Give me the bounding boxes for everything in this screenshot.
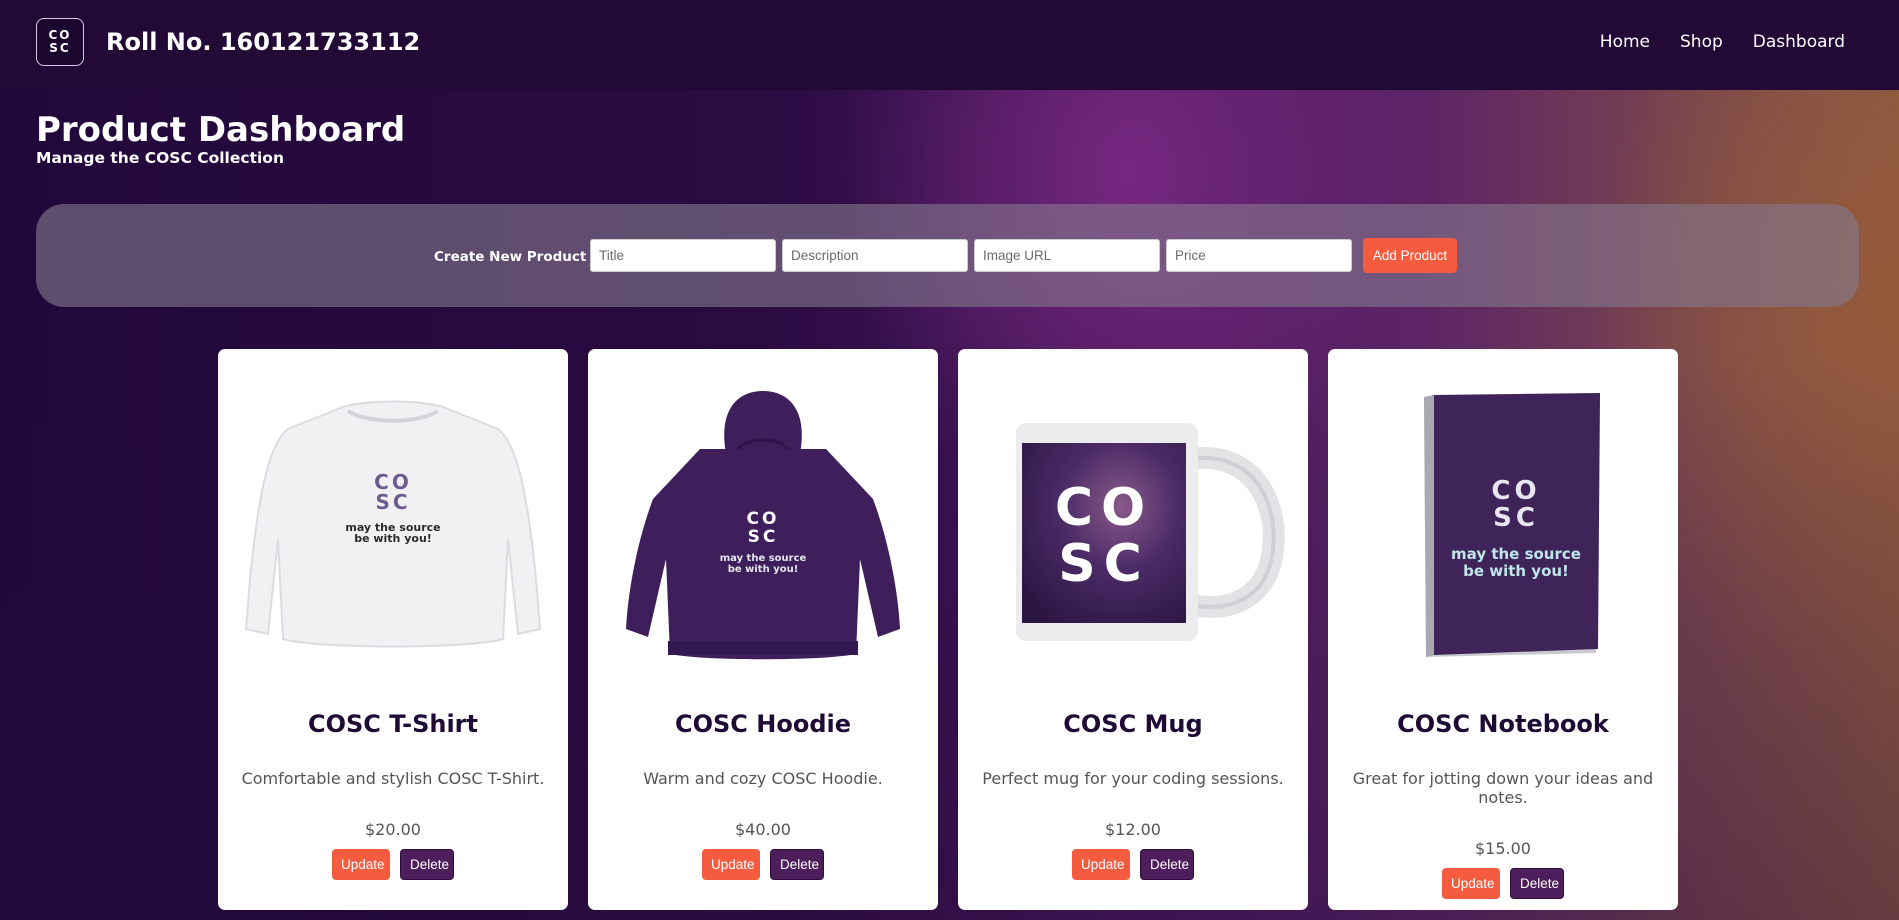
delete-button[interactable]: Delete: [1140, 849, 1194, 880]
art-brand-line2: SC: [1058, 534, 1150, 594]
update-button[interactable]: Update: [1072, 849, 1130, 880]
art-slogan-line2: be with you!: [1463, 562, 1569, 580]
product-title: COSC Hoodie: [674, 710, 851, 738]
art-slogan-line2: be with you!: [728, 564, 799, 575]
delete-button[interactable]: Delete: [1510, 868, 1564, 899]
product-card: CO SC may the source be with you! COSC T…: [218, 349, 568, 910]
header-title: Roll No. 160121733112: [106, 28, 421, 56]
update-button[interactable]: Update: [702, 849, 760, 880]
update-button[interactable]: Update: [332, 849, 390, 880]
hoodie-icon: CO SC may the source be with you!: [626, 391, 900, 660]
logo-line-2: SC: [49, 41, 71, 55]
delete-button[interactable]: Delete: [770, 849, 824, 880]
title-input[interactable]: [590, 239, 776, 272]
product-actions: Update Delete: [588, 849, 938, 880]
nav-home-link[interactable]: Home: [1600, 32, 1650, 52]
product-actions: Update Delete: [958, 849, 1308, 880]
product-description: Warm and cozy COSC Hoodie.: [643, 769, 883, 788]
art-brand-line2: SC: [375, 490, 410, 514]
product-card: CO SC may the source be with you! COSC H…: [588, 349, 938, 910]
description-input[interactable]: [782, 239, 968, 272]
image-url-input[interactable]: [974, 239, 1160, 272]
mug-icon: CO SC: [1016, 423, 1285, 641]
product-price: $15.00: [1475, 839, 1531, 858]
create-product-panel: Create New Product Add Product: [36, 204, 1859, 307]
add-product-button[interactable]: Add Product: [1363, 238, 1457, 273]
nav-shop-link[interactable]: Shop: [1680, 32, 1723, 52]
nav-dashboard-link[interactable]: Dashboard: [1753, 32, 1845, 52]
art-brand-line1: CO: [1491, 476, 1540, 506]
create-product-label: Create New Product: [434, 249, 587, 265]
product-price: $12.00: [1105, 820, 1161, 839]
delete-button[interactable]: Delete: [400, 849, 454, 880]
update-button[interactable]: Update: [1442, 868, 1500, 899]
price-input[interactable]: [1166, 239, 1352, 272]
product-card: CO SC may the source be with you! COSC N…: [1328, 349, 1678, 910]
art-slogan-line1: may the source: [720, 553, 807, 564]
sweatshirt-icon: CO SC may the source be with you!: [244, 400, 542, 648]
product-actions: Update Delete: [218, 849, 568, 880]
main-nav: Home Shop Dashboard: [1600, 32, 1845, 52]
product-price: $20.00: [365, 820, 421, 839]
product-title: COSC Mug: [1063, 710, 1203, 738]
product-price: $40.00: [735, 820, 791, 839]
art-slogan-line2: be with you!: [354, 532, 432, 545]
notebook-icon: CO SC may the source be with you!: [1424, 393, 1600, 657]
art-brand-line2: SC: [748, 527, 779, 547]
art-brand-line1: CO: [747, 509, 780, 529]
art-slogan-line1: may the source: [1451, 545, 1581, 563]
product-description: Comfortable and stylish COSC T-Shirt.: [241, 769, 545, 788]
product-title: COSC Notebook: [1397, 710, 1609, 738]
top-header: CO SC Roll No. 160121733112 Home Shop Da…: [0, 0, 1899, 90]
product-actions: Update Delete: [1328, 868, 1678, 899]
product-description: Perfect mug for your coding sessions.: [982, 769, 1284, 788]
product-description: Great for jotting down your ideas and no…: [1352, 769, 1654, 807]
product-card: CO SC COSC Mug Perfect mug for your codi…: [958, 349, 1308, 910]
cosc-logo[interactable]: CO SC: [36, 18, 84, 66]
product-title: COSC T-Shirt: [308, 710, 478, 738]
page-title: Product Dashboard: [36, 110, 406, 150]
page-subtitle: Manage the COSC Collection: [36, 149, 284, 167]
art-brand-line2: SC: [1493, 503, 1539, 533]
art-brand-line1: CO: [1055, 478, 1153, 538]
